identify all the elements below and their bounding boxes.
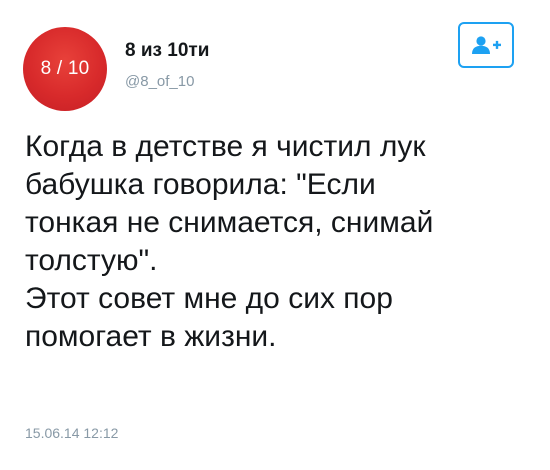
tweet-text-line: бабушка говорила: "Если [25, 168, 376, 201]
tweet-text-line: толстую". [25, 244, 158, 277]
follow-button[interactable] [458, 22, 514, 68]
author-handle[interactable]: @8_of_10 [125, 73, 194, 90]
tweet-text-line: Когда в детстве я чистил лук [25, 130, 426, 163]
add-user-icon [472, 36, 501, 54]
tweet-card: 8 / 10 8 из 10ти @8_of_10 Когда в детств… [0, 0, 550, 470]
avatar[interactable]: 8 / 10 [23, 27, 107, 111]
tweet-timestamp[interactable]: 15.06.14 12:12 [25, 425, 118, 441]
tweet-text-line: помогает в жизни. [25, 320, 277, 353]
tweet-text: Когда в детстве я чистил лук бабушка гов… [25, 128, 535, 356]
author-display-name[interactable]: 8 из 10ти [125, 40, 209, 62]
avatar-label: 8 / 10 [40, 58, 90, 79]
tweet-text-line: Этот совет мне до сих пор [25, 282, 393, 315]
tweet-text-line: тонкая не снимается, снимай [25, 206, 434, 239]
